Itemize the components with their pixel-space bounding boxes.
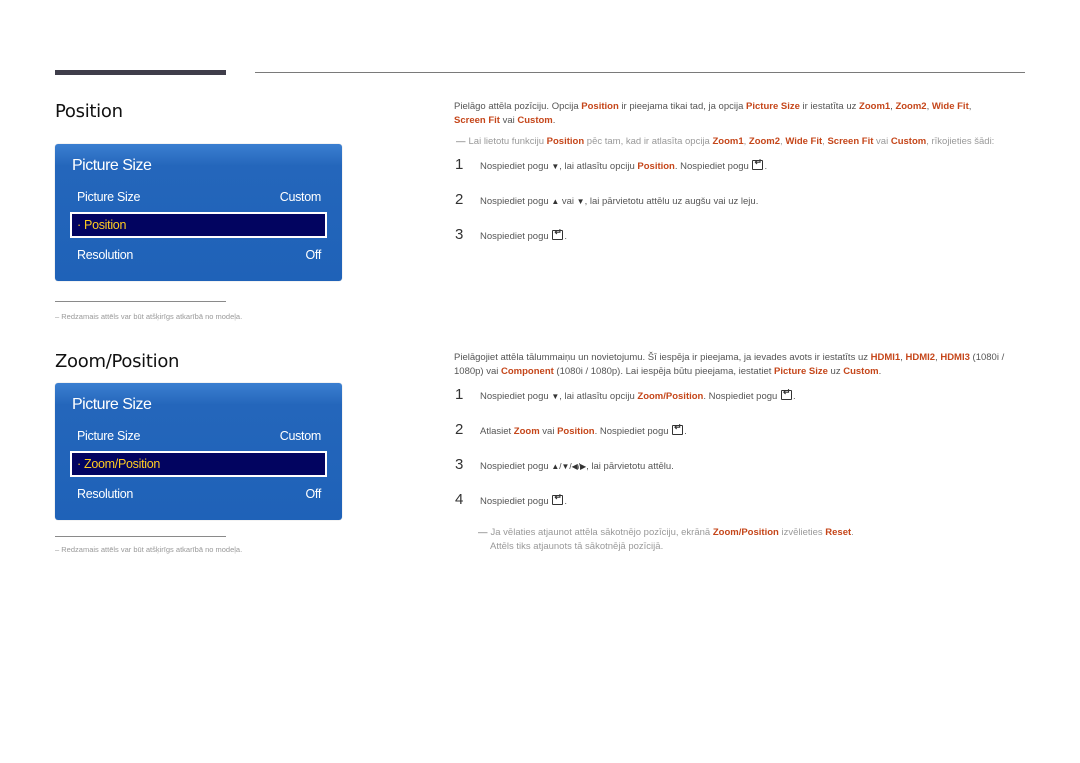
osd-row-value: Custom bbox=[279, 429, 322, 443]
step-number: 1 bbox=[455, 156, 464, 173]
position-intro: Pielāgo attēla pozīciju. Opcija Position… bbox=[454, 101, 972, 126]
step-number: 3 bbox=[455, 456, 464, 473]
footnote-text: Redzamais attēls var būt atšķirīgs atkar… bbox=[61, 545, 243, 554]
section-title-position: Position bbox=[55, 101, 123, 122]
osd-row-picture-size[interactable]: Picture Size Custom bbox=[77, 190, 321, 204]
osd-row-label: Resolution bbox=[77, 487, 134, 501]
osd-row-label: Picture Size bbox=[77, 429, 141, 443]
step-number: 2 bbox=[455, 421, 464, 438]
position-step-2: 2 Nospiediet pogu ▲ vai ▼, lai pārvietot… bbox=[455, 191, 759, 208]
osd-menu-zoom-position: Picture Size Picture Size Custom · Zoom/… bbox=[55, 383, 342, 520]
osd-row-resolution[interactable]: Resolution Off bbox=[77, 487, 321, 501]
osd-row-position-selected[interactable]: · Position bbox=[70, 212, 327, 238]
footnote-rule bbox=[55, 301, 226, 302]
zoom-position-intro: Pielāgojiet attēla tālummaiņu un novieto… bbox=[454, 352, 1005, 377]
position-step-3: 3 Nospiediet pogu . bbox=[455, 226, 567, 243]
enter-icon bbox=[752, 157, 764, 170]
enter-icon bbox=[780, 387, 792, 400]
enter-icon bbox=[552, 492, 564, 505]
footnote: – Redzamais attēls var būt atšķirīgs atk… bbox=[55, 545, 242, 554]
zoom-position-note: — Ja vēlaties atjaunot attēla sākotnējo p… bbox=[478, 527, 854, 552]
down-arrow-icon: ▼ bbox=[576, 197, 585, 206]
osd-title: Picture Size bbox=[72, 157, 152, 174]
osd-row-picture-size[interactable]: Picture Size Custom bbox=[77, 429, 321, 443]
osd-row-label: Resolution bbox=[77, 248, 134, 262]
step-number: 1 bbox=[455, 386, 464, 403]
footnote-rule bbox=[55, 536, 226, 537]
footnote-text: Redzamais attēls var būt atšķirīgs atkar… bbox=[61, 312, 243, 321]
osd-row-value: Off bbox=[305, 487, 321, 501]
osd-row-zoom-position-selected[interactable]: · Zoom/Position bbox=[70, 451, 327, 477]
direction-arrows-icon: ▲/▼/◀/▶ bbox=[551, 462, 587, 471]
position-step-1: 1 Nospiediet pogu ▼, lai atlasītu opciju… bbox=[455, 156, 767, 173]
osd-menu-position: Picture Size Picture Size Custom · Posit… bbox=[55, 144, 342, 281]
section-title-zoom-position: Zoom/Position bbox=[55, 351, 180, 372]
step-number: 2 bbox=[455, 191, 464, 208]
zoom-position-step-2: 2 Atlasiet Zoom vai Position. Nospiediet… bbox=[455, 421, 687, 438]
osd-row-label: Picture Size bbox=[77, 190, 141, 204]
zoom-position-step-4: 4 Nospiediet pogu . bbox=[455, 491, 567, 508]
note-dash-icon: — bbox=[456, 136, 466, 147]
enter-icon bbox=[552, 227, 564, 240]
header-rule-thin bbox=[255, 72, 1025, 73]
position-note: — Lai lietotu funkciju Position pēc tam, … bbox=[456, 136, 995, 147]
header-rule-thick bbox=[55, 70, 226, 75]
osd-row-resolution[interactable]: Resolution Off bbox=[77, 248, 321, 262]
osd-row-value: Custom bbox=[279, 190, 322, 204]
zoom-position-step-1: 1 Nospiediet pogu ▼, lai atlasītu opciju… bbox=[455, 386, 796, 403]
osd-title: Picture Size bbox=[72, 396, 152, 413]
step-number: 4 bbox=[455, 491, 464, 508]
enter-icon bbox=[672, 422, 684, 435]
footnote: – Redzamais attēls var būt atšķirīgs atk… bbox=[55, 312, 242, 321]
step-number: 3 bbox=[455, 226, 464, 243]
zoom-position-step-3: 3 Nospiediet pogu ▲/▼/◀/▶, lai pārvietot… bbox=[455, 456, 674, 473]
note-dash-icon: — bbox=[478, 527, 488, 538]
osd-row-value: Off bbox=[305, 248, 321, 262]
